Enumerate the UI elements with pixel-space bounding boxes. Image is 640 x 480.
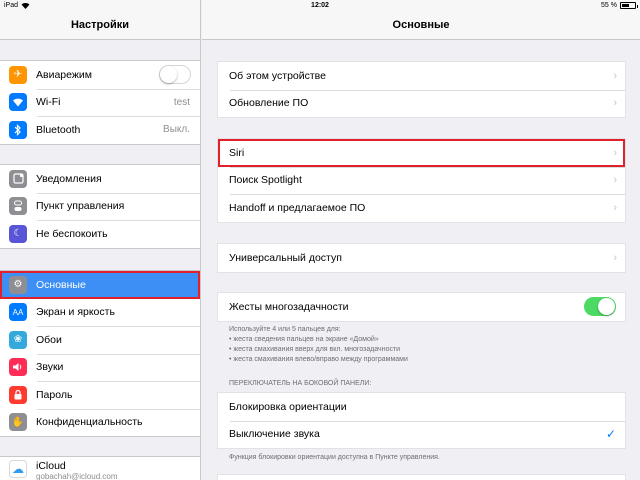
- sidebar-item-label: Пункт управления: [36, 200, 125, 213]
- about-device-row[interactable]: Об этом устройстве ›: [218, 62, 625, 90]
- sidebar-group-connectivity: ✈ Авиарежим Wi-Fi test Bluetooth Выкл.: [0, 60, 200, 145]
- wifi-icon: [9, 93, 27, 112]
- sidebar-item-display[interactable]: AA Экран и яркость: [0, 299, 200, 327]
- multitasking-note: Используйте 4 или 5 пальцев для: • жеста…: [229, 325, 620, 365]
- gear-icon: ⚙: [9, 275, 27, 294]
- note-line: • жеста смахивания вверх для вкл. многоз…: [229, 346, 401, 353]
- sidebar-item-label: Wi-Fi: [36, 96, 61, 109]
- toggle-knob: [598, 298, 615, 316]
- status-time: 12:02: [311, 2, 329, 9]
- status-right: 55 %: [601, 2, 638, 9]
- detail-group-about: Об этом устройстве › Обновление ПО ›: [217, 61, 626, 118]
- chevron-right-icon: ›: [613, 146, 617, 159]
- sidebar-item-general[interactable]: ⚙ Основные: [0, 271, 200, 299]
- sidebar-item-label: Не беспокоить: [36, 227, 108, 240]
- sidebar-item-bluetooth[interactable]: Bluetooth Выкл.: [0, 116, 200, 144]
- sidebar-group-notifications: Уведомления Пункт управления ☾ Не беспок…: [0, 164, 200, 249]
- accessibility-row[interactable]: Универсальный доступ ›: [218, 244, 625, 272]
- status-bar: iPad 12:02 55 %: [0, 0, 640, 12]
- battery-percent: 55 %: [601, 2, 617, 9]
- siri-row[interactable]: Siri ›: [218, 139, 625, 167]
- mute-row[interactable]: Выключение звука ✓: [218, 420, 625, 449]
- battery-icon: [620, 2, 638, 9]
- lock-rotation-row[interactable]: Блокировка ориентации: [218, 393, 625, 421]
- detail-group-side-switch: Блокировка ориентации Выключение звука ✓: [217, 392, 626, 449]
- notifications-icon: [9, 169, 27, 188]
- chevron-right-icon: ›: [613, 97, 617, 110]
- wifi-value: test: [173, 96, 190, 108]
- detail-group-siri: Siri › Поиск Spotlight › Handoff и предл…: [217, 138, 626, 223]
- toggle-knob: [160, 66, 177, 84]
- row-label: Handoff и предлагаемое ПО: [229, 201, 366, 214]
- side-switch-note: Функция блокировки ориентации доступна в…: [229, 454, 440, 461]
- handoff-row[interactable]: Handoff и предлагаемое ПО ›: [218, 194, 625, 222]
- chevron-right-icon: ›: [613, 69, 617, 82]
- row-label: Блокировка ориентации: [229, 400, 347, 413]
- privacy-icon: ✋: [9, 413, 27, 432]
- spotlight-search-row[interactable]: Поиск Spotlight ›: [218, 166, 625, 195]
- sidebar-item-privacy[interactable]: ✋ Конфиденциальность: [0, 408, 200, 437]
- detail-group-next: [217, 474, 626, 480]
- row-label: Выключение звука: [229, 428, 320, 441]
- sidebar-item-sounds[interactable]: Звуки: [0, 353, 200, 382]
- row-label: Поиск Spotlight: [229, 174, 302, 187]
- airplane-toggle[interactable]: [159, 65, 191, 85]
- sidebar-item-label: Обои: [36, 333, 62, 346]
- detail-group-multitasking: Жесты многозадачности: [217, 292, 626, 322]
- sidebar-item-airplane[interactable]: ✈ Авиарежим: [0, 61, 200, 89]
- row-label: Жесты многозадачности: [229, 300, 349, 313]
- chevron-right-icon: ›: [613, 174, 617, 187]
- sidebar-item-label: Экран и яркость: [36, 306, 115, 319]
- sidebar-item-label: Bluetooth: [36, 123, 81, 136]
- bluetooth-icon: [9, 120, 27, 139]
- sidebar-item-control-center[interactable]: Пункт управления: [0, 192, 200, 221]
- bluetooth-value: Выкл.: [163, 124, 190, 136]
- sidebar-item-label: Звуки: [36, 361, 64, 374]
- sidebar-item-label: Пароль: [36, 388, 73, 401]
- sidebar-group-icloud: ☁ iCloud gobachah@icloud.com: [0, 456, 200, 480]
- sidebar-item-label: Конфиденциальность: [36, 416, 143, 429]
- side-switch-header: ПЕРЕКЛЮЧАТЕЛЬ НА БОКОВОЙ ПАНЕЛИ:: [229, 380, 372, 387]
- note-line: • жеста смахивания влево/вправо между пр…: [229, 356, 408, 363]
- general-detail-pane: Основные Об этом устройстве › Обновление…: [202, 0, 640, 480]
- sidebar-item-do-not-disturb[interactable]: ☾ Не беспокоить: [0, 220, 200, 248]
- sidebar-item-label: iCloud: [36, 460, 66, 472]
- chevron-right-icon: ›: [613, 201, 617, 214]
- multitasking-gestures-row: Жесты многозадачности: [218, 293, 625, 321]
- sidebar-item-wifi[interactable]: Wi-Fi test: [0, 88, 200, 117]
- checkmark-icon: ✓: [605, 427, 616, 442]
- sidebar-item-wallpaper[interactable]: ❀ Обои: [0, 326, 200, 354]
- sidebar-item-label: Уведомления: [36, 172, 102, 185]
- note-line: Используйте 4 или 5 пальцев для:: [229, 326, 341, 333]
- row-label: Об этом устройстве: [229, 69, 326, 82]
- battery-fill: [622, 4, 629, 7]
- software-update-row[interactable]: Обновление ПО ›: [218, 89, 625, 118]
- display-icon: AA: [9, 303, 27, 322]
- detail-group-accessibility: Универсальный доступ ›: [217, 243, 626, 273]
- icloud-account: gobachah@icloud.com: [36, 472, 118, 480]
- airplane-icon: ✈: [9, 65, 27, 84]
- settings-sidebar: Настройки ✈ Авиарежим Wi-Fi test Bluetoo…: [0, 0, 201, 480]
- moon-icon: ☾: [9, 224, 27, 243]
- cloud-icon: ☁: [9, 460, 27, 478]
- sidebar-item-icloud[interactable]: ☁ iCloud gobachah@icloud.com: [0, 457, 200, 480]
- page-title: Основные: [392, 19, 450, 31]
- multitasking-toggle[interactable]: [584, 297, 616, 317]
- sidebar-item-label: Авиарежим: [36, 68, 92, 81]
- sounds-icon: [9, 358, 27, 377]
- row-label: Siri: [229, 146, 245, 159]
- note-line: • жеста сведения пальцев на экране «Домо…: [229, 336, 379, 343]
- passcode-icon: [9, 385, 27, 404]
- row-label: Обновление ПО: [229, 97, 309, 110]
- wallpaper-icon: ❀: [9, 330, 27, 349]
- sidebar-item-passcode[interactable]: Пароль: [0, 381, 200, 409]
- sidebar-title: Настройки: [70, 19, 130, 31]
- chevron-right-icon: ›: [613, 251, 617, 264]
- sidebar-item-label: Основные: [36, 278, 86, 291]
- sidebar-group-general: ⚙ Основные AA Экран и яркость ❀ Обои Зву…: [0, 270, 200, 437]
- row-label: Универсальный доступ: [229, 251, 342, 264]
- control-center-icon: [9, 197, 27, 216]
- sidebar-item-notifications[interactable]: Уведомления: [0, 165, 200, 193]
